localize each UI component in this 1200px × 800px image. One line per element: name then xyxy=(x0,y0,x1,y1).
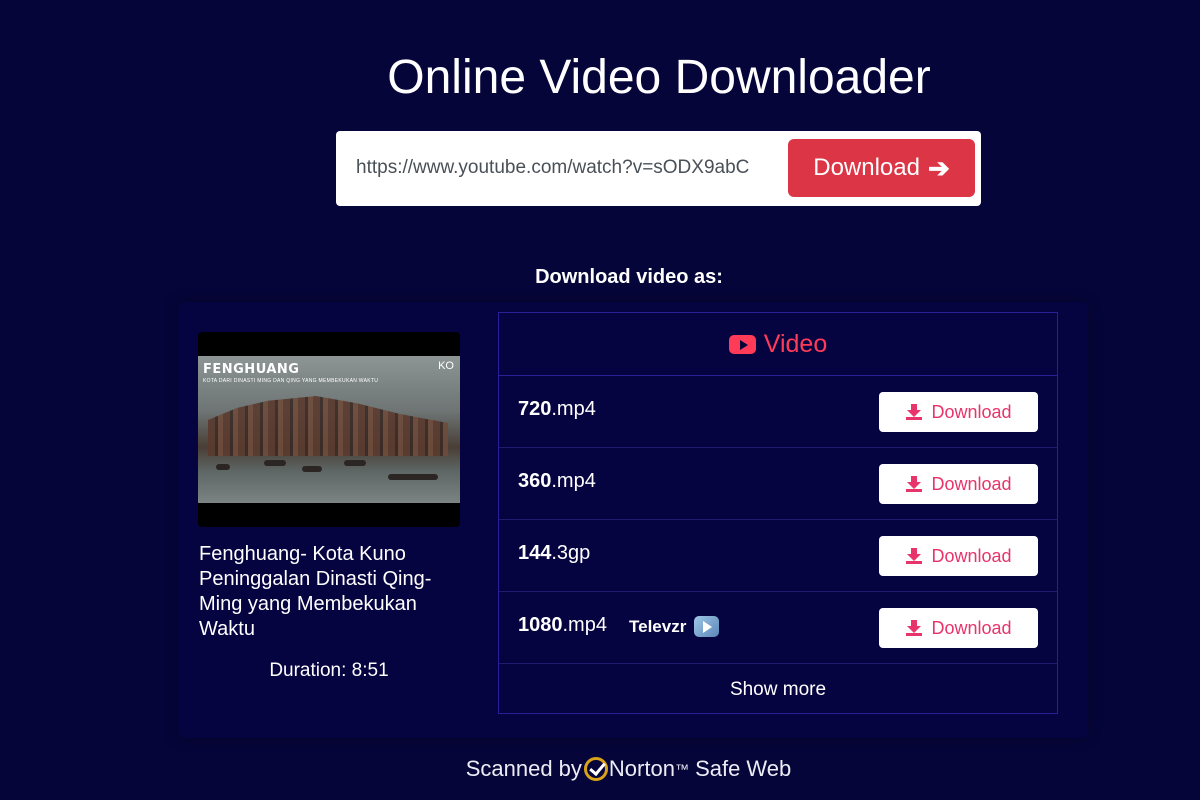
thumbnail-boat xyxy=(302,466,322,472)
download-icon xyxy=(906,620,923,636)
download-button-label: Download xyxy=(931,545,1012,566)
format-ext: .mp4 xyxy=(551,470,596,492)
video-title: Fenghuang- Kota Kuno Peninggalan Dinasti… xyxy=(199,543,432,640)
format-row: 1080.mp4 Televzr Download xyxy=(499,592,1057,664)
table-header-label: Video xyxy=(763,329,828,358)
video-thumbnail[interactable]: FENGHUANG KOTA DARI DINASTI MING DAN QIN… xyxy=(198,332,460,527)
thumbnail-boat xyxy=(388,474,438,480)
video-duration: Duration: 8:51 xyxy=(269,660,389,681)
arrow-right-icon: ➔ xyxy=(927,152,950,183)
televzr-link[interactable]: Televzr xyxy=(629,616,720,637)
download-icon xyxy=(906,548,923,564)
format-ext: .3gp xyxy=(551,542,591,564)
format-row: 360.mp4 Download xyxy=(499,448,1057,520)
thumbnail-boat xyxy=(216,464,230,470)
download-button[interactable]: Download ➔ xyxy=(788,139,975,197)
download-button-label: Download xyxy=(931,473,1012,494)
format-quality: 144 xyxy=(518,542,552,564)
footer-prefix: Scanned by xyxy=(465,756,582,781)
norton-footer: Scanned by Norton ™ Safe Web xyxy=(0,756,1200,782)
download-360-button[interactable]: Download xyxy=(879,464,1038,504)
televzr-play-icon xyxy=(694,616,720,637)
thumbnail-houses xyxy=(208,396,448,456)
table-header: Video xyxy=(499,313,1057,376)
youtube-icon xyxy=(728,334,756,354)
download-button-label: Download xyxy=(931,401,1012,422)
thumbnail-logo: KO xyxy=(438,360,454,372)
format-quality: 360 xyxy=(518,470,552,492)
norton-check-icon xyxy=(583,757,608,781)
format-row: 144.3gp Download xyxy=(499,520,1057,592)
format-quality: 720 xyxy=(518,398,552,420)
format-ext: .mp4 xyxy=(551,398,596,420)
thumbnail-scene: FENGHUANG KOTA DARI DINASTI MING DAN QIN… xyxy=(198,356,460,503)
format-table: Video 720.mp4 Download 360.mp4 Download xyxy=(498,312,1058,714)
thumbnail-boat xyxy=(264,460,286,466)
format-row: 720.mp4 Download xyxy=(499,376,1057,448)
footer-trademark: ™ xyxy=(674,761,689,777)
download-720-button[interactable]: Download xyxy=(879,392,1038,432)
televzr-label: Televzr xyxy=(629,616,687,636)
download-144-button[interactable]: Download xyxy=(879,536,1038,576)
download-as-heading: Download video as: xyxy=(535,266,723,288)
footer-brand: Norton xyxy=(608,756,675,781)
format-label: 144.3gp xyxy=(518,542,590,565)
format-ext: .mp4 xyxy=(562,614,607,636)
download-icon xyxy=(906,404,923,420)
format-label: 720.mp4 xyxy=(518,398,596,421)
thumbnail-subtitle: KOTA DARI DINASTI MING DAN QING YANG MEM… xyxy=(203,378,379,384)
download-icon xyxy=(906,476,923,492)
format-label: 360.mp4 xyxy=(518,470,596,493)
footer-suffix: Safe Web xyxy=(688,756,792,781)
download-button-label: Download xyxy=(813,154,920,181)
format-label: 1080.mp4 xyxy=(518,614,607,637)
download-button-label: Download xyxy=(931,617,1012,638)
format-quality: 1080 xyxy=(518,614,563,636)
page-title: Online Video Downloader xyxy=(387,51,931,104)
url-search-bar: Download ➔ xyxy=(336,131,981,206)
thumbnail-boat xyxy=(344,460,366,466)
show-more-button[interactable]: Show more xyxy=(499,664,1057,716)
thumbnail-title: FENGHUANG xyxy=(203,362,300,377)
url-input[interactable] xyxy=(356,149,774,187)
download-1080-button[interactable]: Download xyxy=(879,608,1038,648)
